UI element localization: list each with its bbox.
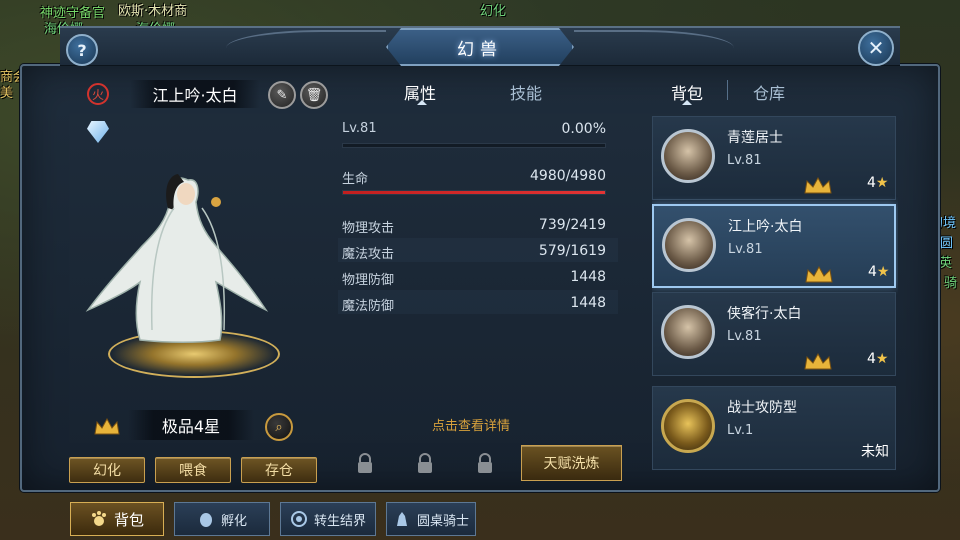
stat-label: 魔法防御 <box>342 299 395 314</box>
tab-storage[interactable]: 仓库 <box>753 80 785 104</box>
nav-rebirth[interactable]: 转生结界 <box>280 502 376 536</box>
pet-card-selected[interactable]: 江上吟·太白 Lv.81 4★ <box>652 204 896 288</box>
pet-card-name: 侠客行·太白 <box>727 306 802 322</box>
pet-list[interactable]: 青莲居士 Lv.81 4★ 江上吟·太白 Lv.81 4★ 侠客行·太白 Lv.… <box>652 112 898 476</box>
pet-quality: 极品4星 <box>128 410 254 440</box>
talent-refine-button[interactable]: 天赋洗炼 <box>521 445 622 481</box>
pet-card-stars: 4★ <box>867 175 888 191</box>
pet-card-level: Lv.81 <box>727 329 762 344</box>
trash-icon: 🗑 <box>305 87 323 103</box>
view-details-link[interactable]: 点击查看详情 <box>432 415 510 434</box>
pencil-icon: ✎ <box>276 87 288 103</box>
pet-avatar <box>662 218 716 272</box>
rune-circle-icon <box>290 511 307 527</box>
star-count: 4 <box>867 175 876 191</box>
pet-avatar <box>661 305 715 359</box>
stat-value: 1448 <box>570 269 606 285</box>
nav-bag-label: 背包 <box>113 510 144 529</box>
pet-card-name: 青莲居士 <box>727 130 783 146</box>
pet-card-name: 战士攻防型 <box>727 400 797 416</box>
world-npc-label: 美 <box>0 86 14 101</box>
quality-detail-button[interactable]: ⌕ <box>265 413 293 441</box>
tab-divider <box>727 80 728 100</box>
transform-button[interactable]: 幻化 <box>69 457 145 483</box>
nav-round-table[interactable]: 圆桌骑士 <box>386 502 476 536</box>
nav-bag[interactable]: 背包 <box>70 502 164 536</box>
pet-card-stars: 4★ <box>868 264 889 280</box>
world-npc-label: 幻化 <box>480 4 507 19</box>
level-row: Lv.81 0.00% <box>342 121 606 137</box>
stat-value: 579/1619 <box>538 243 606 259</box>
nav-hatch[interactable]: 孵化 <box>174 502 270 536</box>
feed-button[interactable]: 喂食 <box>155 457 231 483</box>
crown-icon <box>805 265 833 283</box>
exp-percent: 0.00% <box>561 121 606 137</box>
nav-hatch-label: 孵化 <box>220 513 247 529</box>
search-icon: ⌕ <box>275 419 283 435</box>
active-tab-indicator <box>682 100 692 105</box>
nav-rebirth-label: 转生结界 <box>313 513 366 529</box>
pet-name: 江上吟·太白 <box>130 80 260 108</box>
world-npc-label: 骑 <box>944 276 958 291</box>
stat-value: 739/2419 <box>538 217 606 233</box>
hp-bar <box>342 190 606 195</box>
stat-label: 魔法攻击 <box>342 247 395 262</box>
pet-card-level: Lv.81 <box>727 153 762 168</box>
world-npc-label: 欧斯·木材商 <box>118 4 188 19</box>
release-button[interactable]: 🗑 <box>300 81 328 109</box>
stat-row: 物理攻击 739/2419 <box>342 217 606 236</box>
knight-icon <box>396 512 407 526</box>
pet-avatar <box>661 129 715 183</box>
world-npc-label: 圆 <box>940 236 954 251</box>
pet-character-model <box>85 174 269 344</box>
stat-row: 魔法防御 1448 <box>342 295 606 314</box>
pet-card-stars: 4★ <box>867 351 888 367</box>
help-button[interactable]: ? <box>66 34 98 66</box>
window-title: 幻兽 <box>386 28 574 66</box>
close-icon: ✕ <box>867 36 885 60</box>
pet-card[interactable]: 青莲居士 Lv.81 4★ <box>652 116 896 200</box>
pet-card[interactable]: 战士攻防型 Lv.1 未知 <box>652 386 896 470</box>
crown-icon <box>804 352 832 370</box>
close-button[interactable]: ✕ <box>858 30 894 66</box>
hp-row: 生命 4980/4980 <box>342 168 606 187</box>
pet-card-level: Lv.1 <box>727 423 754 438</box>
stat-label: 物理攻击 <box>342 221 395 236</box>
crown-icon <box>94 417 120 435</box>
star-count: 4 <box>868 264 877 280</box>
crown-icon <box>804 176 832 194</box>
level-label: Lv.81 <box>342 121 377 136</box>
store-button[interactable]: 存仓 <box>241 457 317 483</box>
element-badge: 火 <box>87 83 109 105</box>
stat-value: 1448 <box>570 295 606 311</box>
stat-row: 魔法攻击 579/1619 <box>342 243 606 262</box>
nav-round-table-label: 圆桌骑士 <box>416 513 469 529</box>
question-icon: ? <box>77 40 87 60</box>
lock-icon[interactable] <box>355 452 375 474</box>
star-icon: ★ <box>875 175 889 191</box>
pet-card-name: 江上吟·太白 <box>728 219 803 235</box>
egg-icon <box>199 513 212 527</box>
pet-card-quality-unknown: 未知 <box>861 444 889 460</box>
pet-avatar <box>661 399 715 453</box>
lock-icon[interactable] <box>415 452 435 474</box>
active-tab-indicator <box>417 100 427 105</box>
pet-model-stage[interactable] <box>70 150 290 390</box>
pet-card[interactable]: 侠客行·太白 Lv.81 4★ <box>652 292 896 376</box>
lock-icon[interactable] <box>475 452 495 474</box>
rename-button[interactable]: ✎ <box>268 81 296 109</box>
stat-row: 物理防御 1448 <box>342 269 606 288</box>
star-icon: ★ <box>875 351 889 367</box>
tab-skills[interactable]: 技能 <box>510 80 542 104</box>
hp-label: 生命 <box>342 172 369 187</box>
pet-card-level: Lv.81 <box>728 242 763 257</box>
star-count: 4 <box>867 351 876 367</box>
hp-value: 4980/4980 <box>530 168 606 184</box>
exp-bar <box>342 143 606 148</box>
hp-bar-fill <box>343 191 605 194</box>
star-icon: ★ <box>876 264 890 280</box>
stat-label: 物理防御 <box>342 273 395 288</box>
paw-icon <box>91 511 106 526</box>
